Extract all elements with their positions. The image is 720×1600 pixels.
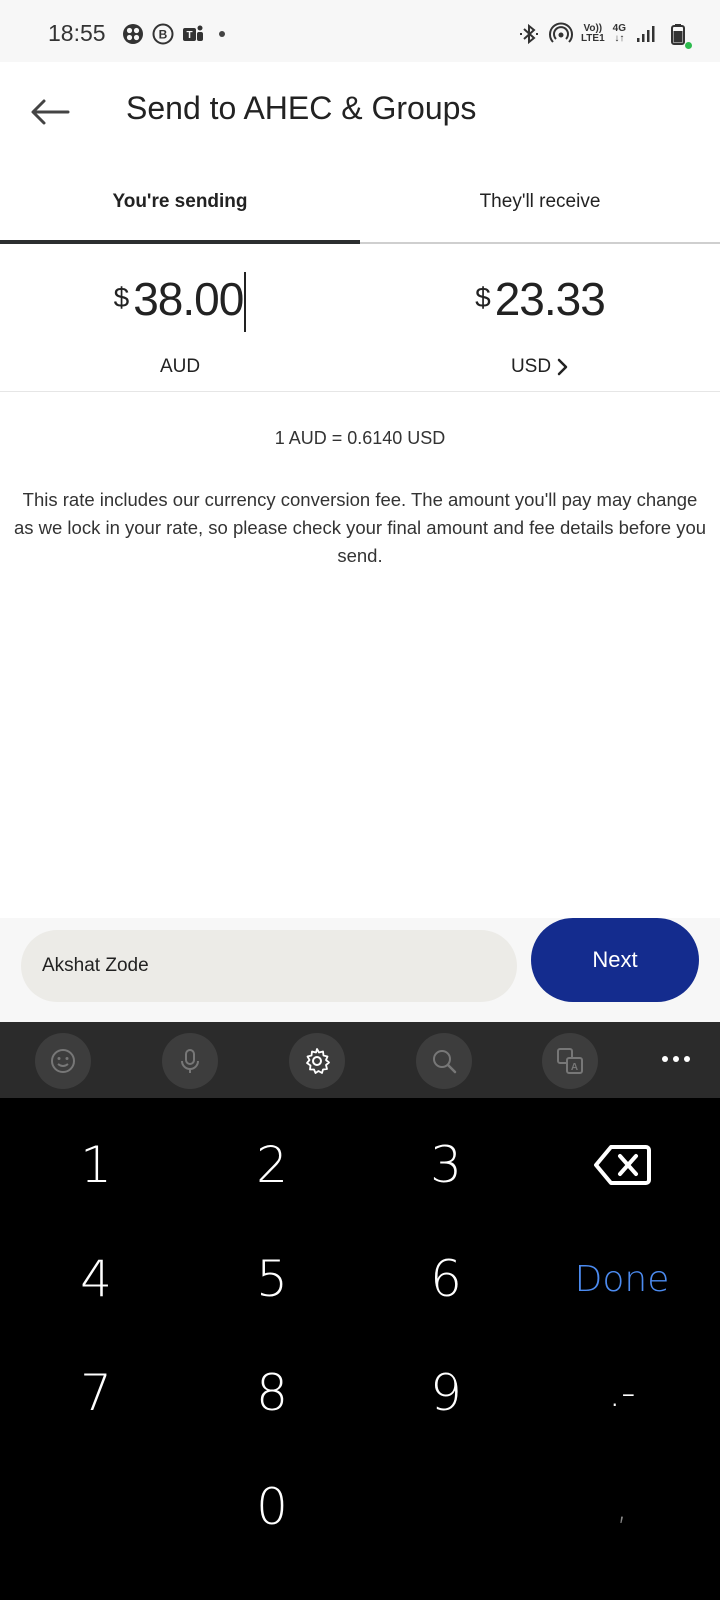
decimal-minus-key[interactable]: .-: [537, 1338, 707, 1448]
numeric-keyboard: 1 2 3 4 5 6 Done 7 8 9 .- 0 ,: [0, 1098, 720, 1600]
status-time: 18:55: [48, 20, 106, 46]
arrow-left-icon: [31, 99, 70, 125]
voice-input-button[interactable]: [162, 1033, 218, 1089]
more-options-button[interactable]: [662, 1056, 690, 1062]
comma-key[interactable]: ,: [537, 1452, 707, 1562]
keyboard-settings-button[interactable]: [289, 1033, 345, 1089]
tab-label: You're sending: [112, 191, 248, 212]
send-currency-label: AUD: [159, 356, 201, 377]
app-grid-icon: [123, 24, 143, 44]
receive-currency-label: USD: [510, 356, 552, 377]
bluetooth-icon: [519, 23, 538, 45]
key-9[interactable]: 9: [361, 1338, 531, 1448]
exchange-rate: 1 AUD = 0.6140 USD: [274, 428, 446, 448]
tab-you-are-sending[interactable]: You're sending: [0, 162, 360, 244]
notification-icons: B T: [121, 22, 225, 46]
receive-amount-field[interactable]: $ 23.33 USD: [360, 246, 720, 392]
svg-text:T: T: [186, 30, 192, 41]
emoji-button[interactable]: [35, 1033, 91, 1089]
done-key[interactable]: Done: [537, 1224, 707, 1334]
tab-they-will-receive[interactable]: They'll receive: [360, 162, 720, 242]
page-title: Send to AHEC & Groups: [126, 90, 477, 126]
key-0[interactable]: 0: [187, 1452, 357, 1562]
emoji-icon: [51, 1049, 75, 1073]
amounts-panel: $ 38.00 AUD $ 23.33 USD: [0, 246, 720, 392]
header: Send to AHEC & Groups: [0, 62, 720, 162]
teams-icon: T: [183, 25, 203, 41]
key-5[interactable]: 5: [187, 1224, 357, 1334]
rate-disclaimer: This rate includes our currency conversi…: [13, 489, 707, 566]
search-icon: [433, 1050, 457, 1074]
volte-indicator: Vo)) LTE1: [580, 23, 605, 44]
keyboard-toolbar: A: [0, 1022, 720, 1098]
backspace-icon: [594, 1145, 651, 1185]
more-notifications-dot: [219, 31, 225, 37]
more-icon: [662, 1056, 668, 1062]
settings-icon: [306, 1048, 330, 1074]
recipient-name-field[interactable]: Akshat Zode: [21, 930, 517, 1002]
search-button[interactable]: [416, 1033, 472, 1089]
svg-text:A: A: [571, 1062, 578, 1073]
currency-symbol: $: [113, 282, 130, 313]
amount-tabs: You're sending They'll receive: [0, 162, 720, 244]
svg-text:B: B: [159, 28, 168, 42]
next-button[interactable]: Next: [531, 918, 699, 1002]
text-cursor: [244, 272, 247, 332]
currency-symbol: $: [475, 282, 491, 313]
microphone-icon: [181, 1049, 199, 1073]
send-amount-field[interactable]: $ 38.00 AUD: [0, 246, 360, 392]
send-amount-value[interactable]: 38.00: [133, 272, 244, 326]
key-8[interactable]: 8: [187, 1338, 357, 1448]
system-icons: Vo)) LTE1 4G ↓↑: [517, 22, 690, 46]
backspace-key[interactable]: [537, 1110, 707, 1220]
network-gen-indicator: 4G ↓↑: [612, 23, 626, 44]
key-4[interactable]: 4: [11, 1224, 181, 1334]
translate-icon: A: [557, 1048, 583, 1074]
key-3[interactable]: 3: [361, 1110, 531, 1220]
receive-currency-selector[interactable]: USD: [360, 356, 720, 378]
tab-label: They'll receive: [479, 191, 601, 212]
key-7[interactable]: 7: [11, 1338, 181, 1448]
action-bar: Akshat Zode Next: [0, 918, 720, 1022]
key-2[interactable]: 2: [187, 1110, 357, 1220]
signal-icon: [637, 26, 655, 42]
chevron-right-icon: [557, 358, 568, 376]
key-6[interactable]: 6: [361, 1224, 531, 1334]
privacy-indicator-dot: [685, 42, 692, 49]
status-bar: 18:55 B T Vo)) LTE1 4G ↓↑: [0, 0, 720, 62]
b-app-icon: B: [152, 23, 174, 45]
hotspot-icon: [548, 22, 573, 43]
key-1[interactable]: 1: [11, 1110, 181, 1220]
translate-button[interactable]: A: [542, 1033, 598, 1089]
back-button[interactable]: [28, 90, 72, 134]
receive-amount-value[interactable]: 23.33: [495, 272, 606, 326]
